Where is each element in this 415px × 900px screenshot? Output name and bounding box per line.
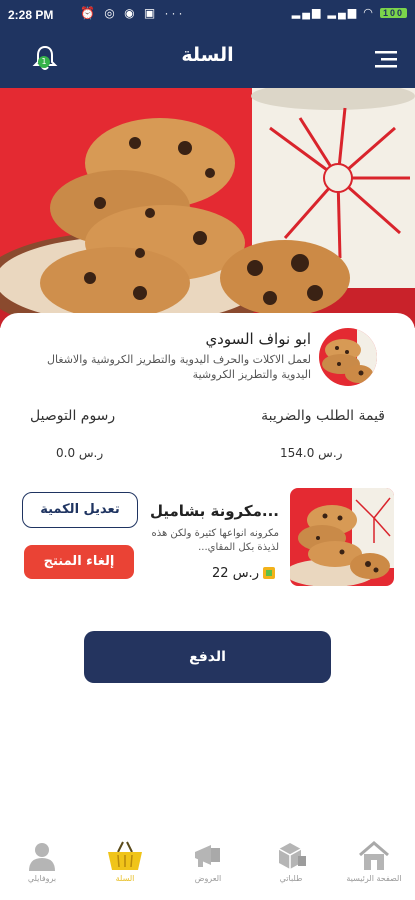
- cancel-product-button[interactable]: إلغاء المنتج: [24, 545, 134, 579]
- store-description: لعمل الاكلات والحرف اليدوية والتطريز الك…: [47, 353, 311, 381]
- nav-item-offers[interactable]: العروض: [168, 840, 248, 883]
- product-price: 22 ر.س: [212, 566, 259, 581]
- orders-icon: [278, 843, 306, 869]
- order-total-value: 154.0 ر.س: [280, 446, 343, 460]
- status-system-icons: ▂▄▆ ▂▄▆ ◠ 100: [292, 6, 407, 19]
- product-image: [290, 488, 394, 586]
- nav-label-offers: العروض: [194, 874, 222, 883]
- app-bar: السلة: [0, 30, 415, 88]
- store-name: ابو نواف السودي: [205, 330, 311, 348]
- store-cover-image: [0, 88, 415, 328]
- pay-button[interactable]: الدفع: [84, 631, 331, 683]
- profile-icon: [29, 843, 55, 871]
- megaphone-icon: [195, 845, 220, 867]
- store-avatar: [319, 328, 377, 386]
- delivery-fee-label: رسوم التوصيل: [30, 408, 116, 424]
- nav-item-profile[interactable]: بروفايلي: [2, 840, 82, 883]
- battery-icon: 100: [379, 8, 407, 18]
- edit-quantity-button[interactable]: تعديل الكمية: [22, 492, 138, 528]
- menu-icon[interactable]: [375, 50, 397, 68]
- notification-badge: 1: [38, 56, 50, 68]
- nav-label-home: الصفحة الرئيسية: [346, 874, 402, 883]
- basket-icon: [108, 841, 142, 870]
- nav-item-cart[interactable]: السلة: [85, 840, 165, 883]
- status-notification-icons: ⏰ ◎ ◉ ▣ ···: [80, 6, 186, 20]
- nav-item-home[interactable]: الصفحة الرئيسية: [334, 840, 414, 883]
- status-bar: 2:28 PM ⏰ ◎ ◉ ▣ ··· ▂▄▆ ▂▄▆ ◠ 100: [0, 0, 415, 30]
- nav-item-orders[interactable]: طلباتي: [251, 840, 331, 883]
- nav-label-orders: طلباتي: [279, 874, 303, 883]
- product-name: مكرونة بشاميل...: [149, 502, 279, 520]
- nav-label-profile: بروفايلي: [27, 874, 57, 883]
- home-icon: [359, 841, 389, 870]
- price-tag-icon: [263, 567, 275, 579]
- delivery-fee-value: 0.0 ر.س: [56, 446, 104, 460]
- product-description: مكرونه انواعها كثيرة ولكن هذه لذيذة بكل …: [151, 528, 279, 553]
- order-total-label: قيمة الطلب والضريبة: [261, 408, 385, 424]
- page-title: السلة: [181, 44, 234, 66]
- status-time: 2:28 PM: [8, 8, 54, 22]
- nav-label-cart: السلة: [115, 874, 135, 883]
